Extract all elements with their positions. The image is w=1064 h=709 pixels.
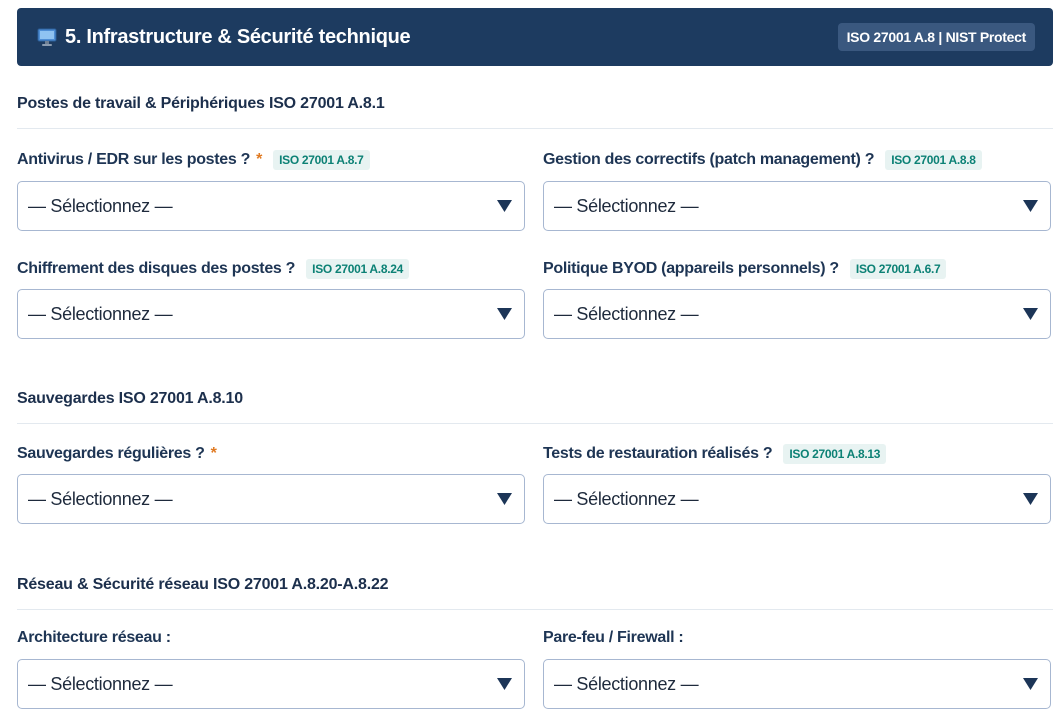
dropdown-arrow-icon bbox=[497, 493, 512, 505]
subsection-title-workstations: Postes de travail & Périphériques ISO 27… bbox=[17, 95, 1053, 129]
section-header-title: 5. Infrastructure & Sécurité technique bbox=[65, 25, 411, 48]
dropdown-arrow-icon bbox=[497, 678, 512, 690]
field-label-text: Architecture réseau : bbox=[17, 629, 171, 646]
field-label-text: Politique BYOD (appareils personnels) ? bbox=[543, 260, 839, 277]
byod-select[interactable]: — Sélectionnez — bbox=[543, 289, 1051, 339]
field-label-regular-backups: Sauvegardes régulières ? * bbox=[17, 442, 217, 466]
dropdown-arrow-icon bbox=[497, 200, 512, 212]
restore-tests-select[interactable]: — Sélectionnez — bbox=[543, 474, 1051, 524]
field-label-firewall: Pare-feu / Firewall : bbox=[543, 626, 684, 650]
section-header: 5. Infrastructure & Sécurité technique I… bbox=[17, 8, 1053, 66]
iso-tag: ISO 27001 A.8.7 bbox=[273, 150, 370, 170]
iso-tag: ISO 27001 A.8.24 bbox=[306, 259, 409, 279]
dropdown-arrow-icon bbox=[1023, 200, 1038, 212]
field-label-text: Sauvegardes régulières ? bbox=[17, 445, 205, 462]
field-label-patch-management: Gestion des correctifs (patch management… bbox=[543, 148, 982, 172]
field-label-text: Tests de restauration réalisés ? bbox=[543, 445, 773, 462]
field-label-disk-encryption: Chiffrement des disques des postes ? ISO… bbox=[17, 257, 409, 281]
field-label-antivirus: Antivirus / EDR sur les postes ? * ISO 2… bbox=[17, 148, 370, 172]
required-marker: * bbox=[210, 445, 217, 462]
field-label-text: Chiffrement des disques des postes ? bbox=[17, 260, 296, 277]
select-value: — Sélectionnez — bbox=[554, 195, 699, 216]
patch-management-select[interactable]: — Sélectionnez — bbox=[543, 181, 1051, 231]
select-value: — Sélectionnez — bbox=[28, 673, 173, 694]
select-value: — Sélectionnez — bbox=[554, 303, 699, 324]
iso-tag: ISO 27001 A.6.7 bbox=[849, 259, 947, 279]
iso-tag: ISO 27001 A.8.13 bbox=[783, 444, 887, 464]
select-value: — Sélectionnez — bbox=[28, 195, 173, 216]
firewall-select[interactable]: — Sélectionnez — bbox=[543, 659, 1051, 709]
select-value: — Sélectionnez — bbox=[554, 673, 699, 694]
header-iso-badge: ISO 27001 A.8 | NIST Protect bbox=[837, 23, 1035, 51]
disk-encryption-select[interactable]: — Sélectionnez — bbox=[17, 289, 525, 339]
select-value: — Sélectionnez — bbox=[28, 303, 173, 324]
subsection-title-backups: Sauvegardes ISO 27001 A.8.10 bbox=[17, 390, 1053, 424]
field-label-text: Antivirus / EDR sur les postes ? bbox=[17, 151, 251, 168]
monitor-icon bbox=[37, 27, 57, 47]
subsection-title-network: Réseau & Sécurité réseau ISO 27001 A.8.2… bbox=[17, 576, 1053, 610]
network-architecture-select[interactable]: — Sélectionnez — bbox=[17, 659, 525, 709]
dropdown-arrow-icon bbox=[497, 308, 512, 320]
antivirus-select[interactable]: — Sélectionnez — bbox=[17, 181, 525, 231]
required-marker: * bbox=[256, 151, 263, 168]
iso-tag: ISO 27001 A.8.8 bbox=[885, 150, 982, 170]
select-value: — Sélectionnez — bbox=[28, 488, 173, 509]
field-label-text: Gestion des correctifs (patch management… bbox=[543, 151, 875, 168]
field-label-byod: Politique BYOD (appareils personnels) ? … bbox=[543, 257, 947, 281]
select-value: — Sélectionnez — bbox=[554, 488, 699, 509]
field-label-text: Pare-feu / Firewall : bbox=[543, 629, 684, 646]
dropdown-arrow-icon bbox=[1023, 678, 1038, 690]
field-label-restore-tests: Tests de restauration réalisés ? ISO 270… bbox=[543, 442, 887, 466]
dropdown-arrow-icon bbox=[1023, 493, 1038, 505]
field-label-network-architecture: Architecture réseau : bbox=[17, 626, 171, 650]
regular-backups-select[interactable]: — Sélectionnez — bbox=[17, 474, 525, 524]
dropdown-arrow-icon bbox=[1023, 308, 1038, 320]
